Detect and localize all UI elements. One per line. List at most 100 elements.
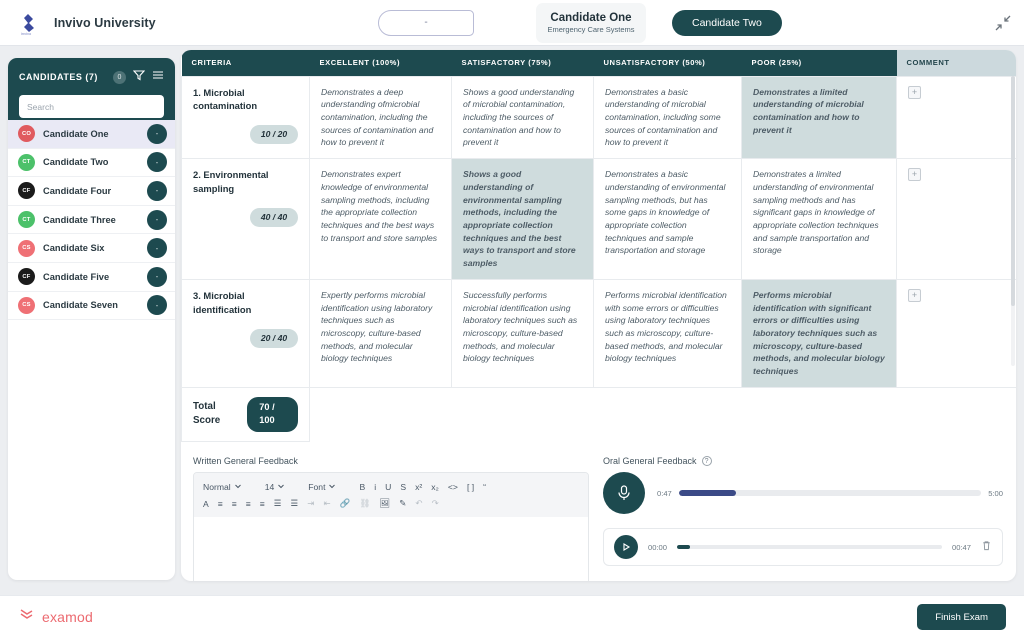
main-panel: CRITERIA EXCELLENT (100%) SATISFACTORY (75… xyxy=(181,50,1016,581)
block-style-select-label: Normal xyxy=(203,481,231,492)
avatar: CT xyxy=(18,153,35,171)
candidates-sidebar: CANDIDATES (7) 0 COCand xyxy=(8,58,175,580)
align-justify-button-label: ≡ xyxy=(259,498,265,509)
align-center-button[interactable]: ≡ xyxy=(229,498,240,510)
candidate-score-badge: - xyxy=(147,152,167,173)
rubric-level-cell[interactable]: Demonstrates a limited understanding of … xyxy=(741,75,897,160)
bullet-list-button[interactable]: ☰ xyxy=(271,497,285,510)
align-center-button-label: ≡ xyxy=(231,498,237,509)
font-size-select[interactable]: 14 xyxy=(262,481,289,493)
hamburger-menu-icon[interactable] xyxy=(152,68,164,86)
player-progress-track[interactable] xyxy=(677,545,942,550)
align-right-button[interactable]: ≡ xyxy=(243,498,254,510)
examod-logo: examod xyxy=(18,606,93,628)
chevron-down-icon xyxy=(234,482,242,492)
rich-text-editor[interactable]: Normal 14 Font Bi U Sx² x₂ <> [ ] “ A ≡ ≡ ≡ ≡ ☰ ☰ ⇥ ⇤ 🔗 ⛓ 🖼 ✎… xyxy=(193,472,589,581)
rubric-column-header: COMMENT xyxy=(896,50,1016,76)
app-footer: examod Finish Exam xyxy=(0,595,1024,638)
superscript-button[interactable]: x² xyxy=(412,481,425,493)
add-comment-button[interactable]: + xyxy=(908,168,921,182)
rubric-level-cell[interactable]: Demonstrates a basic understanding of mi… xyxy=(593,75,742,160)
italic-button[interactable]: i xyxy=(371,481,379,493)
total-score-value: 70 / 100 xyxy=(247,396,298,433)
underline-button[interactable]: U xyxy=(382,481,394,493)
collapse-arrows-icon[interactable] xyxy=(994,14,1012,32)
play-icon[interactable] xyxy=(614,535,638,560)
indent-button: ⇥ xyxy=(304,497,317,510)
comment-cell: + xyxy=(896,75,1016,160)
rubric-level-cell[interactable]: Demonstrates a deep understanding ofmicr… xyxy=(309,75,452,160)
invivo-logo-icon: invivo xyxy=(18,10,44,36)
blockquote-button[interactable]: “ xyxy=(480,481,489,493)
rubric-level-cell[interactable]: Demonstrates a limited understanding of … xyxy=(741,158,897,280)
add-comment-button[interactable]: + xyxy=(908,85,921,99)
criteria-score-badge: 10 / 20 xyxy=(250,125,298,145)
timer-value: - xyxy=(424,17,428,28)
examod-logo-text: examod xyxy=(42,609,94,625)
code-block-button-label: [ ] xyxy=(466,481,475,492)
text-color-button[interactable]: A xyxy=(200,498,212,510)
insert-image-button[interactable]: 🖼 xyxy=(376,497,393,510)
insert-link-button[interactable]: 🔗 xyxy=(337,497,354,510)
candidate-name: Candidate Five xyxy=(43,271,110,282)
candidate-list-item[interactable]: CS Candidate Six - xyxy=(8,234,175,263)
editor-content-area[interactable] xyxy=(194,517,588,581)
add-comment-button[interactable]: + xyxy=(908,288,921,302)
record-progress-track[interactable] xyxy=(678,490,982,497)
rubric-level-cell[interactable]: Expertly performs microbial identificati… xyxy=(309,278,452,388)
candidate-name: Candidate Seven xyxy=(43,300,118,311)
candidate-score-badge: - xyxy=(147,209,167,230)
subscript-button[interactable]: x₂ xyxy=(428,481,442,493)
rubric-level-cell[interactable]: Shows a good understanding of microbial … xyxy=(451,75,594,160)
bold-button[interactable]: B xyxy=(356,481,368,493)
rubric-row: 2. Environmental sampling 40 / 40 Demonstr… xyxy=(181,158,1016,280)
candidate-list-item[interactable]: CT Candidate Two - xyxy=(8,149,175,178)
search-input[interactable] xyxy=(19,95,164,118)
trash-icon[interactable] xyxy=(981,538,992,556)
rubric-level-cell[interactable]: Shows a good understanding of environmen… xyxy=(451,158,594,280)
code-block-button[interactable]: [ ] xyxy=(464,481,477,493)
next-candidate-button[interactable]: Candidate Two xyxy=(672,9,782,36)
candidate-list-item[interactable]: CF Candidate Five - xyxy=(8,263,175,292)
written-feedback-label: Written General Feedback xyxy=(193,456,298,467)
code-button[interactable]: <> xyxy=(445,481,461,493)
strikethrough-button[interactable]: S xyxy=(397,481,409,493)
font-family-select[interactable]: Font xyxy=(305,481,339,493)
rubric-level-cell[interactable]: Demonstrates expert knowledge of environ… xyxy=(309,158,452,280)
avatar: CF xyxy=(18,268,35,286)
filter-icon[interactable] xyxy=(132,68,146,86)
rubric-row: 3. Microbial identification 20 / 40 Expert… xyxy=(181,278,1016,388)
align-right-button-label: ≡ xyxy=(245,498,251,509)
finish-exam-button[interactable]: Finish Exam xyxy=(917,604,1006,630)
candidate-list-item[interactable]: CF Candidate Four - xyxy=(8,177,175,206)
candidate-list-item[interactable]: CT Candidate Three - xyxy=(8,206,175,235)
editor-toolbar-row-1: Normal 14 Font Bi U Sx² x₂ <> [ ] “ xyxy=(200,478,582,495)
criteria-name: 1. Microbial contamination xyxy=(193,86,258,112)
rubric-level-cell[interactable]: Performs microbial identification with s… xyxy=(741,278,897,388)
rubric-level-cell[interactable]: Demonstrates a basic understanding of en… xyxy=(593,158,742,280)
undo-button: ↶ xyxy=(412,497,425,510)
selected-count-badge: 0 xyxy=(113,70,126,84)
rubric-level-cell[interactable]: Performs microbial identification with s… xyxy=(593,278,742,388)
oral-feedback-label: Oral General Feedback ? xyxy=(603,456,1003,467)
record-total: 5:00 xyxy=(988,488,1003,498)
align-left-button[interactable]: ≡ xyxy=(215,498,226,510)
examod-chevron-icon xyxy=(18,606,35,628)
question-mark-icon[interactable]: ? xyxy=(701,456,712,467)
numbered-list-button[interactable]: ☰ xyxy=(288,497,302,510)
rubric-level-cell[interactable]: Successfully performs microbial identifi… xyxy=(451,278,594,388)
candidate-name: Candidate Two xyxy=(43,157,109,168)
redo-button-label: ↷ xyxy=(431,498,439,509)
candidate-list-item[interactable]: CO Candidate One - xyxy=(8,120,175,149)
current-candidate-card[interactable]: Candidate One Emergency Care Systems xyxy=(536,2,646,43)
editor-toolbar: Normal 14 Font Bi U Sx² x₂ <> [ ] “ A ≡ ≡ ≡ ≡ ☰ ☰ ⇥ ⇤ 🔗 ⛓ 🖼 ✎… xyxy=(194,473,588,518)
microphone-icon[interactable] xyxy=(603,472,645,515)
candidate-list-item[interactable]: CS Candidate Seven - xyxy=(8,292,175,321)
candidate-name: Candidate Six xyxy=(43,243,105,254)
align-justify-button[interactable]: ≡ xyxy=(257,498,268,510)
rubric-scrollbar-thumb[interactable] xyxy=(1011,76,1015,306)
align-left-button-label: ≡ xyxy=(217,498,223,509)
clear-format-button[interactable]: ✎ xyxy=(396,497,409,510)
block-style-select[interactable]: Normal xyxy=(200,481,245,493)
rubric-column-header: POOR (25%) xyxy=(741,50,897,76)
